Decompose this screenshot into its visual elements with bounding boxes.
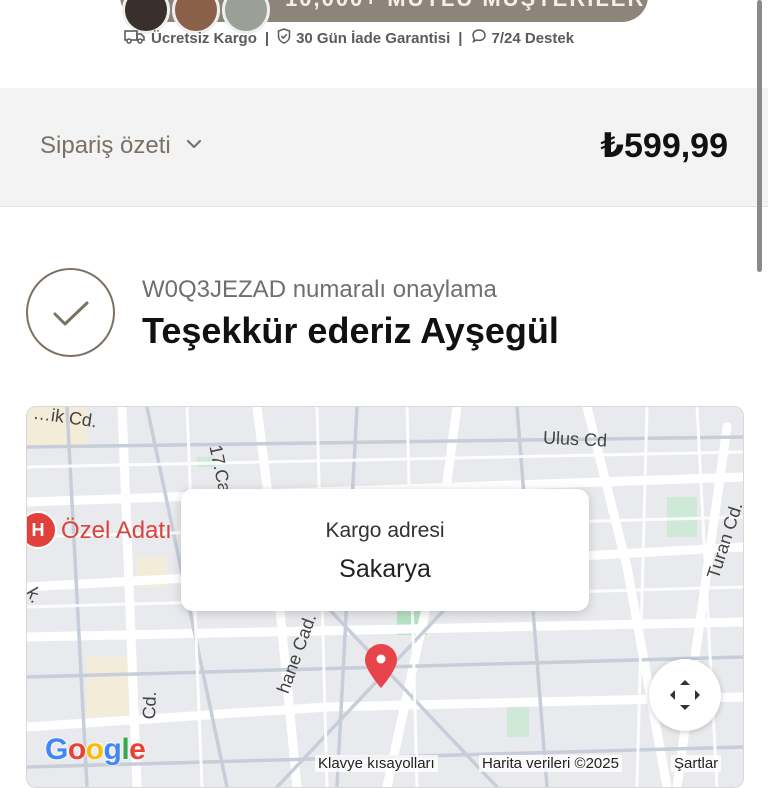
trust-item-returns: 30 Gün İade Garantisi bbox=[277, 28, 450, 48]
confirmation-number: W0Q3JEZAD numaralı onaylama bbox=[142, 276, 497, 303]
trust-badges: Ücretsiz Kargo | 30 Gün İade Garantisi |… bbox=[124, 28, 574, 48]
shipping-address-card: Kargo adresi Sakarya bbox=[181, 489, 589, 611]
map-data-link[interactable]: Harita verileri ©2025 bbox=[479, 755, 622, 772]
check-icon bbox=[53, 301, 89, 326]
order-total: ₺599,99 bbox=[600, 127, 728, 165]
trust-label: 30 Gün İade Garantisi bbox=[296, 29, 451, 47]
google-logo: Google bbox=[45, 733, 146, 766]
poi-label[interactable]: Özel Adatı bbox=[61, 517, 172, 545]
chevron-down-icon bbox=[185, 137, 203, 155]
confirmation-check-badge bbox=[26, 268, 115, 357]
trust-label: Ücretsiz Kargo bbox=[151, 29, 257, 47]
top-banner: 10,000+ MUTLU MÜŞTERİLER Ücretsiz Kargo … bbox=[0, 0, 768, 89]
separator: | bbox=[458, 29, 463, 47]
address-value: Sakarya bbox=[339, 555, 431, 583]
trust-label: 7/24 Destek bbox=[491, 29, 575, 47]
terms-link[interactable]: Şartlar bbox=[671, 755, 722, 772]
shipping-map[interactable]: …ik Cd. 17.Cadde Ulus Cd k. Turan Cd. Cd… bbox=[26, 406, 744, 788]
social-proof-text: 10,000+ MUTLU MÜŞTERİLER bbox=[285, 0, 645, 12]
street-label: Cd. bbox=[139, 691, 160, 720]
recenter-icon bbox=[670, 680, 700, 710]
order-summary-toggle[interactable]: Sipariş özeti bbox=[40, 132, 203, 160]
page-scrollbar[interactable] bbox=[757, 0, 762, 272]
map-pin-icon bbox=[363, 643, 399, 694]
thank-you-heading: Teşekkür ederiz Ayşegül bbox=[142, 310, 559, 351]
order-summary-bar[interactable]: Sipariş özeti ₺599,99 bbox=[0, 88, 768, 207]
street-label: Ulus Cd bbox=[542, 427, 608, 451]
separator: | bbox=[264, 29, 270, 47]
recenter-button[interactable] bbox=[649, 659, 721, 731]
truck-icon bbox=[124, 28, 146, 48]
keyboard-shortcuts-link[interactable]: Klavye kısayolları bbox=[315, 755, 438, 772]
address-title: Kargo adresi bbox=[325, 519, 445, 542]
chat-icon bbox=[471, 28, 487, 48]
trust-item-shipping: Ücretsiz Kargo bbox=[124, 28, 257, 48]
shield-icon bbox=[277, 28, 291, 48]
trust-item-support: 7/24 Destek bbox=[471, 28, 575, 48]
order-summary-label: Sipariş özeti bbox=[40, 132, 171, 159]
